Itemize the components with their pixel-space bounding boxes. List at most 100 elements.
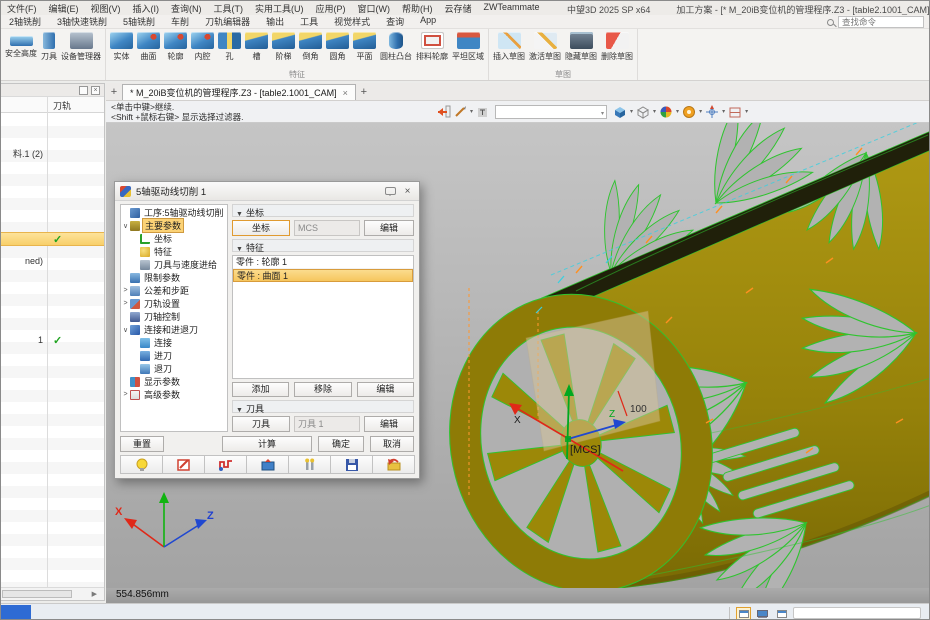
list-item[interactable]: 1 ✓	[1, 334, 104, 348]
ribbon-item[interactable]: 激活草图	[527, 31, 563, 63]
feature-list-item[interactable]: 零件 : 曲面 1	[233, 269, 413, 282]
ribbon-item[interactable]: 倒角	[297, 31, 324, 63]
ribbon-item[interactable]: 圆角	[324, 31, 351, 63]
horizontal-scrollbar[interactable]: ▶	[1, 587, 104, 600]
tool-edit-button[interactable]: 编辑	[364, 416, 414, 432]
dialog-title-bar[interactable]: 5轴驱动线切削 1 ×	[115, 182, 419, 201]
tree-caret-icon[interactable]: ∨	[121, 222, 130, 230]
command-search[interactable]	[827, 16, 924, 28]
tree-caret-icon[interactable]: >	[121, 287, 130, 294]
menu-item[interactable]: 实用工具(U)	[249, 2, 310, 15]
edit-sketch-button[interactable]	[162, 455, 205, 474]
dropdown-icon[interactable]: ▾	[653, 108, 656, 115]
feature-edit-button[interactable]: 编辑	[357, 382, 414, 397]
save-button[interactable]	[330, 455, 373, 474]
list-item[interactable]: 料.1 (2)	[1, 146, 104, 160]
ribbon-item[interactable]: 删除草图	[599, 31, 635, 63]
coordinate-edit-button[interactable]: 编辑	[364, 220, 414, 236]
ribbon-item[interactable]: 隐藏草图	[563, 31, 599, 63]
dropdown-icon[interactable]: ▾	[470, 108, 473, 115]
dialog-tree-item[interactable]: ∨ 连接和进退刀	[121, 323, 227, 336]
cancel-button[interactable]: 取消	[370, 436, 414, 452]
ribbon-tab[interactable]: 车削	[163, 15, 197, 28]
dropdown-icon[interactable]: ▾	[630, 108, 633, 115]
ribbon-item[interactable]: 圆柱凸台	[378, 31, 414, 63]
dialog-tree-item[interactable]: 特征	[121, 245, 227, 258]
ribbon-item[interactable]: 安全高度	[3, 31, 39, 60]
ribbon-tab[interactable]: 5轴铣削	[115, 15, 163, 28]
feature-list-item[interactable]: 零件 : 轮廓 1	[233, 256, 413, 269]
dropdown-icon[interactable]: ▾	[676, 108, 679, 115]
render-mode-icon[interactable]	[659, 105, 673, 119]
text-style-icon[interactable]	[476, 105, 489, 118]
menu-item[interactable]: 编辑(E)	[43, 2, 85, 15]
menu-item[interactable]: 云存储	[439, 2, 478, 15]
dialog-tree-item[interactable]: > 刀轨设置	[121, 297, 227, 310]
menu-item[interactable]: 插入(I)	[127, 2, 166, 15]
dialog-tree-item[interactable]: 连接	[121, 336, 227, 349]
wireframe-view-icon[interactable]	[636, 105, 650, 119]
tab-close-icon[interactable]: ×	[343, 88, 348, 98]
dialog-tree-item[interactable]: 进刀	[121, 349, 227, 362]
menu-item[interactable]: 工具(T)	[208, 2, 250, 15]
list-item[interactable]: ned)	[1, 255, 104, 269]
menu-item[interactable]: 应用(P)	[310, 2, 352, 15]
comment-icon[interactable]	[385, 187, 396, 195]
dialog-tree-item[interactable]: 限制参数	[121, 271, 227, 284]
scrollbar-arrow-icon[interactable]: ▶	[92, 590, 97, 598]
ribbon-tab[interactable]: 视觉样式	[326, 15, 378, 28]
ribbon-item[interactable]: 内腔	[189, 31, 216, 63]
tool-button[interactable]: 刀具	[232, 416, 290, 432]
menu-item[interactable]: 窗口(W)	[352, 2, 397, 15]
reset-button[interactable]: 重置	[120, 436, 164, 452]
brush-icon[interactable]	[454, 105, 467, 118]
dialog-tree-item[interactable]: 刀具与速度进给	[121, 258, 227, 271]
back-button[interactable]	[372, 455, 415, 474]
ribbon-tab[interactable]: 3轴快速铣削	[49, 15, 115, 28]
ribbon-item[interactable]: 阶梯	[270, 31, 297, 63]
new-tab-button[interactable]: +	[106, 85, 122, 100]
ribbon-tab[interactable]: 查询	[378, 15, 412, 28]
document-tab-active[interactable]: * M_20iB变位机的管理程序.Z3 - [table2.1001_CAM] …	[122, 84, 356, 100]
panel-restore-icon[interactable]	[79, 86, 88, 95]
tree-caret-icon[interactable]: >	[121, 300, 130, 307]
menu-item[interactable]: 视图(V)	[85, 2, 127, 15]
coordinate-value-field[interactable]: MCS	[294, 220, 360, 236]
dialog-tree-item[interactable]: > 公差和步距	[121, 284, 227, 297]
ribbon-item[interactable]: 设备管理器	[59, 31, 103, 63]
menu-item[interactable]: ZWTeammate	[478, 2, 546, 15]
ribbon-tab[interactable]: 输出	[258, 15, 292, 28]
dropdown-icon[interactable]: ▾	[745, 108, 748, 115]
display-attr-icon[interactable]	[682, 105, 696, 119]
ribbon-item[interactable]: 刀具	[39, 31, 59, 63]
ribbon-tab[interactable]: 刀轨编辑器	[197, 15, 258, 28]
dropdown-icon[interactable]: ▾	[722, 108, 725, 115]
panel-close-icon[interactable]: ×	[91, 86, 100, 95]
list-item-selected[interactable]: ✓	[1, 232, 104, 246]
dialog-close-button[interactable]: ×	[401, 186, 414, 197]
ribbon-item[interactable]: 排料轮廓	[414, 31, 450, 63]
ribbon-item[interactable]: 槽	[243, 31, 270, 63]
ribbon-tab[interactable]: App	[412, 15, 444, 28]
scrollbar-thumb[interactable]	[2, 590, 72, 598]
status-field[interactable]	[793, 607, 921, 619]
exit-icon[interactable]	[437, 104, 452, 119]
ribbon-item[interactable]: 插入草图	[491, 31, 527, 63]
menu-item[interactable]: 文件(F)	[1, 2, 43, 15]
monitor-toggle-button[interactable]	[755, 607, 770, 620]
tool-section-header[interactable]: ▼刀具	[232, 400, 414, 413]
dialog-tree-item[interactable]: 刀轴控制	[121, 310, 227, 323]
add-tab-button[interactable]: +	[356, 85, 372, 100]
dialog-tree-item[interactable]: 退刀	[121, 362, 227, 375]
section-view-icon[interactable]	[728, 105, 742, 119]
menu-item[interactable]: 帮助(H)	[396, 2, 439, 15]
ribbon-item[interactable]: 曲面	[135, 31, 162, 63]
shaded-view-icon[interactable]	[613, 105, 627, 119]
window-toggle-button[interactable]	[774, 607, 789, 620]
tree-caret-icon[interactable]: >	[121, 391, 130, 398]
dialog-tree-item[interactable]: 显示参数	[121, 375, 227, 388]
ribbon-tab[interactable]: 2轴铣削	[1, 15, 49, 28]
view-combobox[interactable]: ▾	[495, 105, 607, 119]
dialog-tree-item[interactable]: > 高级参数	[121, 388, 227, 401]
toolpath-button[interactable]	[204, 455, 247, 474]
